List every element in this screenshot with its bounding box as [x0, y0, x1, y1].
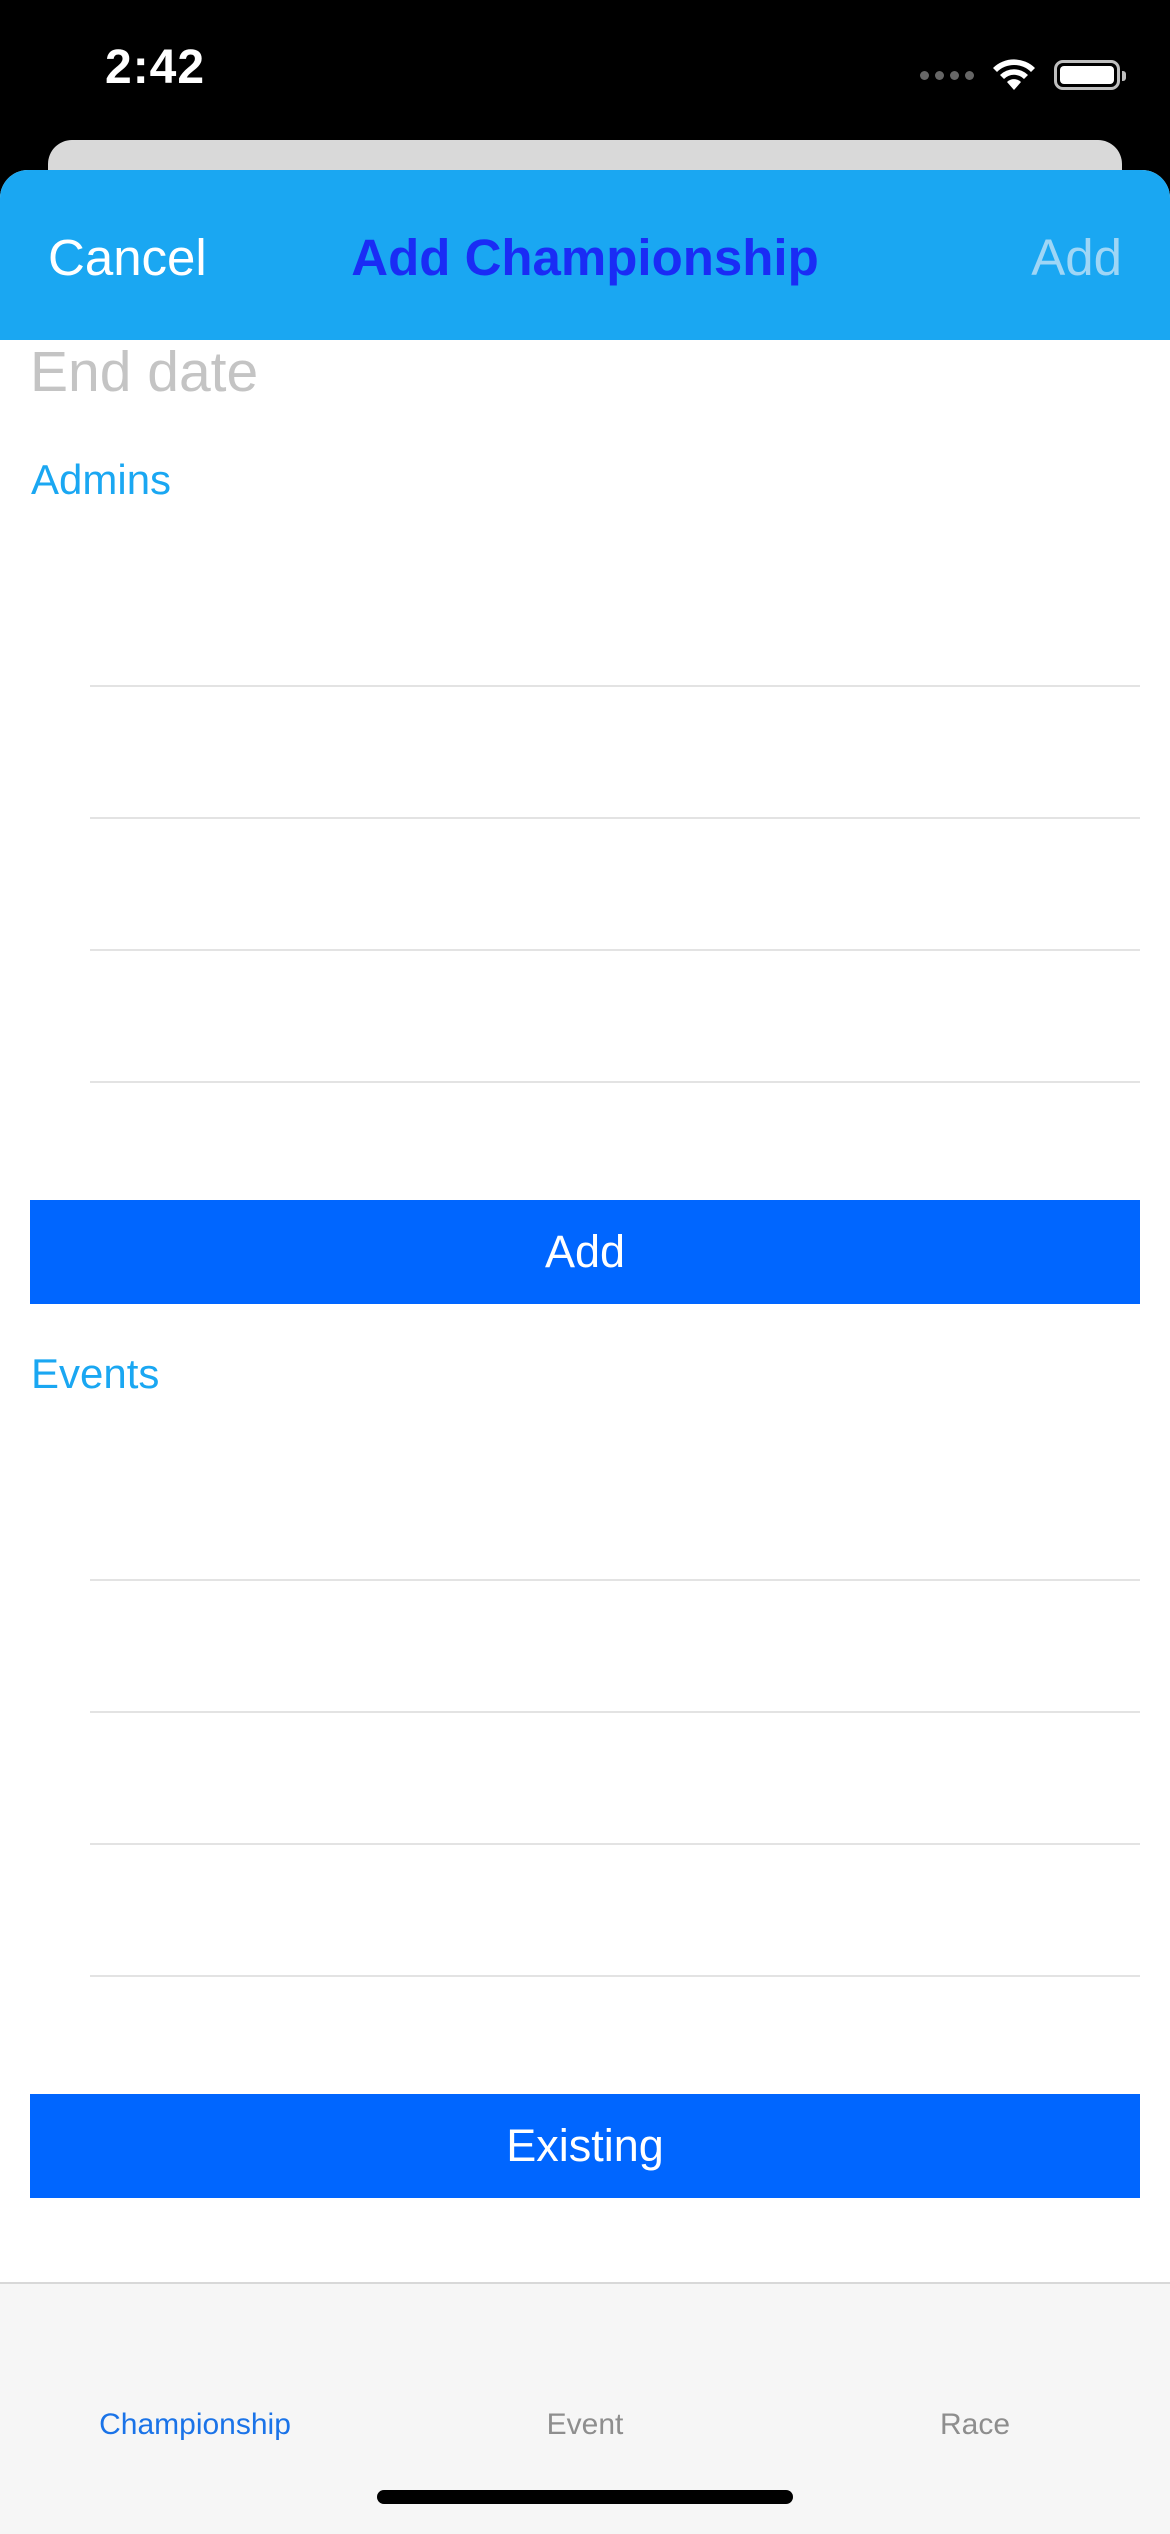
- admins-section-header: Admins: [31, 456, 172, 503]
- event-row[interactable]: [90, 1843, 1140, 1845]
- tab-championship[interactable]: Championship: [0, 2408, 390, 2442]
- tab-race[interactable]: Race: [780, 2408, 1170, 2442]
- admin-row[interactable]: [90, 1081, 1140, 1083]
- event-row[interactable]: [90, 1975, 1140, 1977]
- admin-row[interactable]: [90, 685, 1140, 687]
- events-section-header: Events: [31, 1350, 160, 1397]
- tab-event[interactable]: Event: [390, 2408, 780, 2442]
- existing-event-button[interactable]: Existing: [30, 2094, 1140, 2198]
- event-row[interactable]: [90, 1579, 1140, 1581]
- add-championship-sheet: Cancel Add Championship Add End date Adm…: [0, 170, 1170, 2532]
- admin-row[interactable]: [90, 949, 1140, 951]
- home-indicator[interactable]: [377, 2490, 793, 2504]
- navigation-bar: Cancel Add Championship Add: [0, 170, 1170, 340]
- status-bar: 2:42: [0, 0, 1170, 150]
- wifi-icon: [993, 59, 1035, 90]
- page-title: Add Championship: [351, 229, 819, 286]
- status-icons: [920, 52, 1126, 98]
- event-row[interactable]: [90, 1711, 1140, 1713]
- battery-icon: [1054, 60, 1126, 90]
- signal-dots-icon: [920, 70, 974, 80]
- end-date-field[interactable]: End date: [30, 344, 258, 401]
- admin-row[interactable]: [90, 817, 1140, 819]
- add-admin-button[interactable]: Add: [30, 1200, 1140, 1304]
- add-championship-button[interactable]: Add: [1031, 228, 1122, 287]
- status-time: 2:42: [105, 41, 206, 94]
